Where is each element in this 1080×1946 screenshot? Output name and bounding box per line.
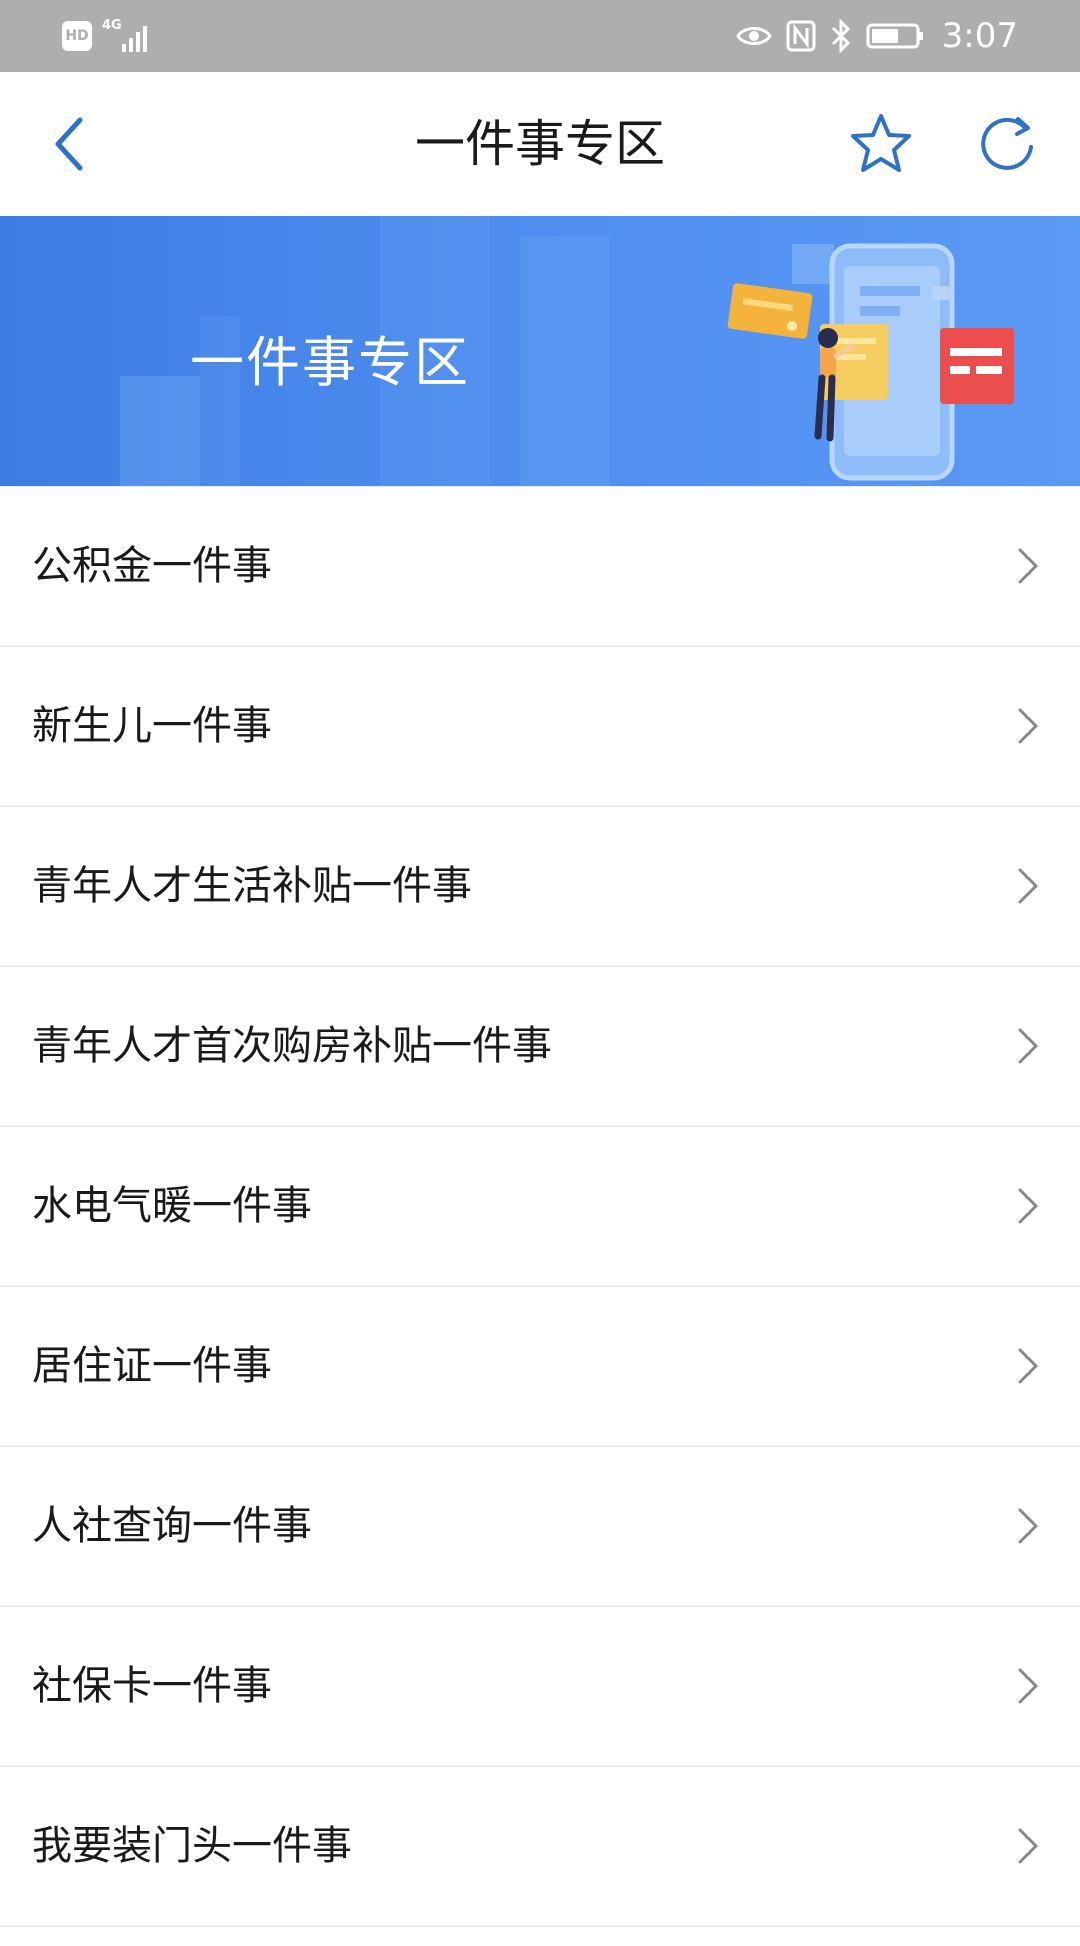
chevron-right-icon (1018, 1508, 1038, 1544)
list-item[interactable]: 青年人才生活补贴一件事 (0, 807, 1080, 967)
list-item[interactable]: 新生儿一件事 (0, 647, 1080, 807)
network-type: 4G (102, 18, 122, 33)
list-item[interactable]: 公积金一件事 (0, 487, 1080, 647)
phone-illustration (727, 243, 1014, 481)
battery-icon (866, 23, 923, 49)
eye-icon (735, 27, 772, 45)
refresh-icon[interactable] (976, 113, 1038, 175)
list-item-label: 我要装门头一件事 (32, 1823, 352, 1869)
list-item[interactable]: 我要装门头一件事 (0, 1767, 1080, 1927)
banner: 一件事专区 (0, 216, 1080, 486)
list-item-label: 公积金一件事 (32, 543, 272, 589)
clock: 3:07 (941, 16, 1018, 56)
page-title: 一件事专区 (415, 115, 665, 173)
chevron-right-icon (1018, 708, 1038, 744)
banner-title: 一件事专区 (190, 331, 470, 394)
list-item-label: 居住证一件事 (32, 1343, 272, 1389)
status-bar-left: HD 4G (62, 18, 158, 54)
star-icon[interactable] (848, 111, 914, 177)
chevron-right-icon (1018, 1668, 1038, 1704)
list-item-label: 水电气暖一件事 (32, 1183, 312, 1229)
chevron-right-icon (1018, 868, 1038, 904)
list-item[interactable]: 青年人才首次购房补贴一件事 (0, 967, 1080, 1127)
chevron-right-icon (1018, 548, 1038, 584)
chevron-right-icon (1018, 1188, 1038, 1224)
list-item[interactable]: 人社查询一件事 (0, 1447, 1080, 1607)
list-item[interactable]: 水电气暖一件事 (0, 1127, 1080, 1287)
list-item-label: 青年人才首次购房补贴一件事 (32, 1023, 552, 1069)
list-item-label: 人社查询一件事 (32, 1503, 312, 1549)
list-item-label: 青年人才生活补贴一件事 (32, 863, 472, 909)
hd-badge: HD (62, 21, 92, 51)
list-item-label: 社保卡一件事 (32, 1663, 272, 1709)
chevron-right-icon (1018, 1028, 1038, 1064)
chevron-right-icon (1018, 1348, 1038, 1384)
bluetooth-icon (831, 19, 850, 53)
signal-icon: 4G (102, 18, 158, 54)
list-item[interactable]: 社保卡一件事 (0, 1607, 1080, 1767)
chevron-right-icon (1018, 1828, 1038, 1864)
nav-bar: 一件事专区 (0, 72, 1080, 216)
status-bar: HD 4G 3:07 (0, 0, 1080, 72)
service-list: 公积金一件事 新生儿一件事 青年人才生活补贴一件事 青年人才首次购房补贴一件事 … (0, 486, 1080, 1927)
status-bar-right: 3:07 (735, 14, 1018, 58)
list-item-label: 新生儿一件事 (32, 703, 272, 749)
nfc-icon (786, 20, 816, 52)
list-item[interactable]: 居住证一件事 (0, 1287, 1080, 1447)
